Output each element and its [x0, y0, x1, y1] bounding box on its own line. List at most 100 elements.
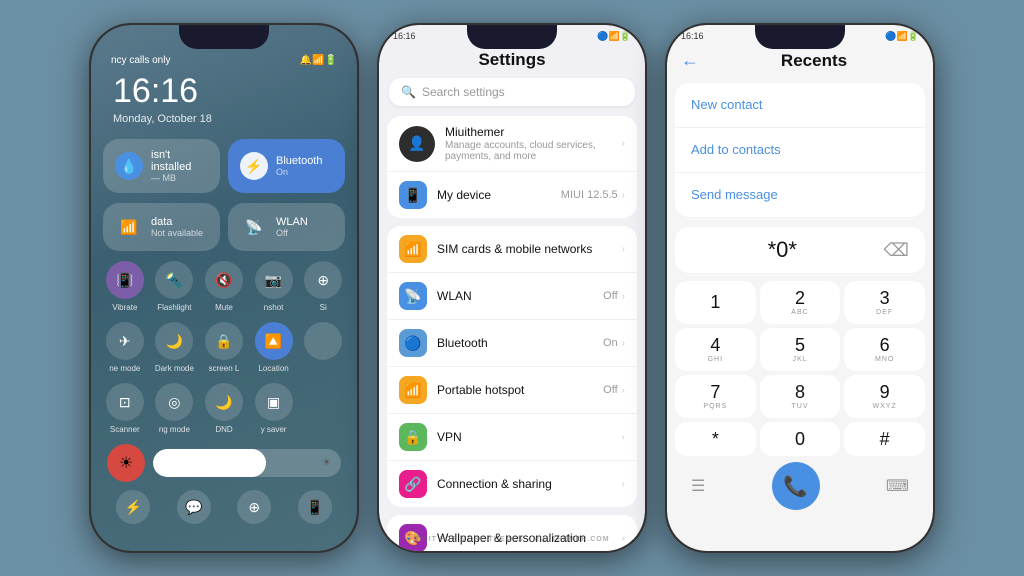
wallpaper-row[interactable]: 🎨 Wallpaper & personalization ›: [387, 515, 637, 551]
wlan-label: WLAN: [276, 216, 333, 228]
miuithemer-row[interactable]: 👤 Miuithemer Manage accounts, cloud serv…: [387, 116, 637, 172]
key-6[interactable]: 6 MNO: [844, 328, 925, 371]
back-button[interactable]: ←: [681, 50, 699, 71]
clock-date: Monday, October 18: [113, 113, 335, 125]
settings-section-connectivity: 📶 SIM cards & mobile networks › 📡 WLAN: [387, 226, 637, 507]
hotspot-right: Off ›: [603, 384, 625, 396]
key-8[interactable]: 8 TUV: [760, 375, 841, 418]
hotspot-content: Portable hotspot: [437, 383, 593, 397]
hotspot-status: Off: [603, 384, 617, 396]
connection-sharing-right: ›: [622, 479, 625, 490]
dialer-bottom-bar: ☰ 📞 ⌨: [675, 462, 925, 510]
new-contact-link: New contact: [691, 97, 763, 112]
quick-tiles-row1: 💧 isn't installed — MB ⚡ Bluetooth On: [103, 139, 345, 193]
key-7[interactable]: 7 PQRS: [675, 375, 756, 418]
wlan-tile[interactable]: 📡 WLAN Off: [228, 203, 345, 251]
extra-btn[interactable]: ⊕ Si: [301, 261, 345, 312]
mute-btn[interactable]: 🔇 Mute: [202, 261, 246, 312]
recents-status-time: 16:16: [681, 31, 704, 42]
wlan-row[interactable]: 📡 WLAN Off ›: [387, 273, 637, 320]
bluetooth-chevron: ›: [622, 338, 625, 349]
location-label: Location: [258, 364, 288, 373]
key-5[interactable]: 5 JKL: [760, 328, 841, 371]
data-tile[interactable]: 💧 isn't installed — MB: [103, 139, 220, 193]
airplane-btn[interactable]: ✈ ne mode: [103, 322, 147, 373]
power-btn[interactable]: ☀: [107, 444, 145, 482]
location-btn[interactable]: 🔼 Location: [252, 322, 296, 373]
bluetooth-tile-text: Bluetooth On: [276, 155, 333, 177]
scanner-btn[interactable]: ⊡ Scanner: [103, 383, 147, 434]
recents-header: ← Recents: [667, 46, 933, 79]
keypad-icon[interactable]: ⌨: [886, 476, 909, 496]
miuithemer-sub: Manage accounts, cloud services, payment…: [445, 140, 612, 162]
menu-icon[interactable]: ☰: [691, 476, 705, 496]
mobile-data-text: data Not available: [151, 216, 208, 238]
key-4-sub: GHI: [708, 356, 723, 363]
phone-2: 16:16 🔵📶🔋 Settings 🔍 Search settings 👤 M…: [377, 23, 647, 553]
connection-sharing-title: Connection & sharing: [437, 477, 612, 491]
key-3[interactable]: 3 DEF: [844, 281, 925, 324]
phone-1-status-bar: ncy calls only 🔔📶🔋: [103, 55, 345, 66]
mydevice-version: MIUI 12.5.5: [561, 189, 618, 201]
bluetooth-row[interactable]: 🔵 Bluetooth On ›: [387, 320, 637, 367]
dnd-label: DND: [215, 425, 232, 434]
miuithemer-chevron: ›: [622, 138, 625, 149]
screen-action-btn[interactable]: 📱: [298, 490, 332, 524]
backspace-icon[interactable]: ⌫: [884, 240, 909, 261]
hotspot-title: Portable hotspot: [437, 383, 593, 397]
mobile-data-tile[interactable]: 📶 data Not available: [103, 203, 220, 251]
send-message-row[interactable]: Send message: [675, 173, 925, 217]
key-0[interactable]: 0: [760, 422, 841, 456]
msg-action-btn[interactable]: 💬: [177, 490, 211, 524]
darkmode-btn[interactable]: 🌙 Dark mode: [153, 322, 197, 373]
key-2[interactable]: 2 ABC: [760, 281, 841, 324]
screenlock-label: screen L: [209, 364, 240, 373]
screenshot-btn[interactable]: 📷 nshot: [252, 261, 296, 312]
sim-right: ›: [622, 244, 625, 255]
mydevice-row[interactable]: 📱 My device MIUI 12.5.5 ›: [387, 172, 637, 218]
battery-saver-btn[interactable]: ▣ y saver: [252, 383, 296, 434]
bluetooth-tile[interactable]: ⚡ Bluetooth On: [228, 139, 345, 193]
settings-status-icons: 🔵📶🔋: [597, 31, 631, 42]
brightness-slider[interactable]: ☀: [153, 449, 341, 477]
flashlight-label: Flashlight: [157, 303, 191, 312]
hotspot-row[interactable]: 📶 Portable hotspot Off ›: [387, 367, 637, 414]
airplane-label: ne mode: [109, 364, 140, 373]
new-contact-row[interactable]: New contact: [675, 83, 925, 128]
bluetooth-tile-sub: On: [276, 167, 333, 177]
battery-saver-icon: ▣: [255, 383, 293, 421]
key-9-sub: WXYZ: [873, 403, 897, 410]
settings-search[interactable]: 🔍 Search settings: [389, 78, 635, 106]
vpn-row[interactable]: 🔒 VPN ›: [387, 414, 637, 461]
vibrate-btn[interactable]: 📳 Vibrate: [103, 261, 147, 312]
add-contact-row[interactable]: Add to contacts: [675, 128, 925, 173]
mobile-data-icon: 📶: [115, 213, 143, 241]
call-button[interactable]: 📞: [772, 462, 820, 510]
wlan-chevron: ›: [622, 291, 625, 302]
key-star[interactable]: *: [675, 422, 756, 456]
key-7-main: 7: [710, 383, 720, 401]
contact-options-section: New contact Add to contacts Send message: [675, 83, 925, 217]
sim-row[interactable]: 📶 SIM cards & mobile networks ›: [387, 226, 637, 273]
key-9[interactable]: 9 WXYZ: [844, 375, 925, 418]
add-action-btn[interactable]: ⊕: [237, 490, 271, 524]
screenlock-btn[interactable]: 🔒 screen L: [202, 322, 246, 373]
key-1[interactable]: 1: [675, 281, 756, 324]
flashlight-btn[interactable]: 🔦 Flashlight: [153, 261, 197, 312]
wlan-row-right: Off ›: [603, 290, 625, 302]
key-5-sub: JKL: [792, 356, 807, 363]
wlan-row-title: WLAN: [437, 289, 593, 303]
dnd-btn[interactable]: 🌙 DND: [202, 383, 246, 434]
data-tile-label: isn't installed: [151, 149, 208, 173]
flash-action-btn[interactable]: ⚡: [116, 490, 150, 524]
key-4[interactable]: 4 GHI: [675, 328, 756, 371]
empty-btn: [301, 322, 345, 373]
key-hash[interactable]: #: [844, 422, 925, 456]
key-7-sub: PQRS: [703, 403, 727, 410]
connection-sharing-row[interactable]: 🔗 Connection & sharing ›: [387, 461, 637, 507]
key-4-main: 4: [710, 336, 720, 354]
quick-actions-row1: 📳 Vibrate 🔦 Flashlight 🔇 Mute 📷 nshot: [103, 261, 345, 312]
mydevice-content: My device: [437, 188, 551, 202]
reading-btn[interactable]: ◎ ng mode: [153, 383, 197, 434]
key-2-main: 2: [795, 289, 805, 307]
